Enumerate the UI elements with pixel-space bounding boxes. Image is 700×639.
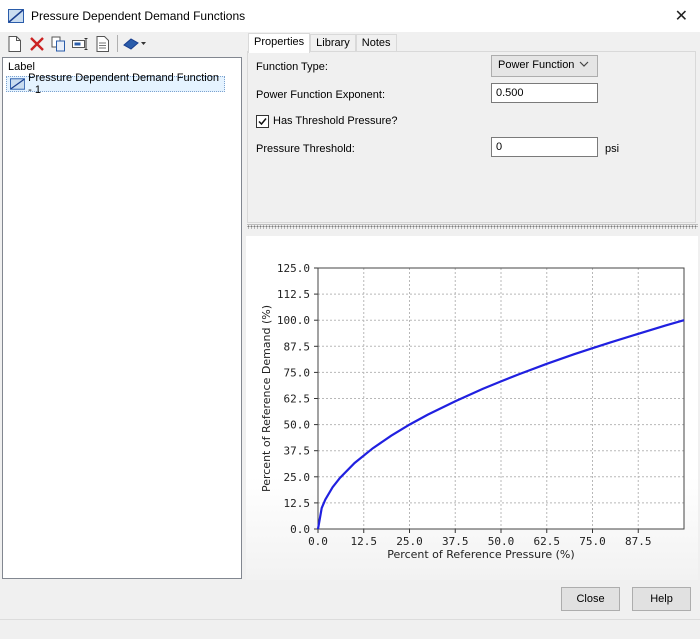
footer-divider <box>0 619 700 620</box>
demand-chart: 0.0 12.5 25.0 37.5 50.0 62.5 75.0 87.5 100.0 112.… <box>260 262 685 561</box>
threshold-field[interactable]: 0 <box>491 137 598 157</box>
exponent-field[interactable]: 0.500 <box>491 83 598 103</box>
window-title: Pressure Dependent Demand Functions <box>31 9 246 23</box>
y-tick-label: 0.0 <box>290 523 310 536</box>
help-button[interactable]: Help <box>632 587 691 611</box>
function-type-label: Function Type: <box>256 61 328 73</box>
close-button[interactable]: Close <box>561 587 620 611</box>
function-type-value: Power Function <box>498 59 575 71</box>
x-tick-label: 12.5 <box>351 535 378 548</box>
function-type-select[interactable]: Power Function <box>491 55 598 77</box>
list-item-label: Pressure Dependent Demand Function - 1 <box>28 72 219 96</box>
tab-notes[interactable]: Notes <box>355 34 397 52</box>
title-bar: Pressure Dependent Demand Functions ✕ <box>0 0 700 32</box>
y-tick-label: 100.0 <box>277 314 310 327</box>
x-tick-label: 75.0 <box>579 535 606 548</box>
close-window-icon[interactable]: ✕ <box>675 6 688 25</box>
functions-list: Label Pressure Dependent Demand Function… <box>2 57 242 579</box>
x-tick-label: 50.0 <box>488 535 515 548</box>
x-axis-label: Percent of Reference Pressure (%) <box>387 548 574 561</box>
tab-strip: Properties Library Notes <box>248 33 397 53</box>
x-tick-label: 0.0 <box>308 535 328 548</box>
duplicate-icon[interactable] <box>49 34 68 53</box>
threshold-checkbox[interactable] <box>256 115 269 128</box>
function-icon <box>10 78 26 90</box>
exponent-value: 0.500 <box>496 87 524 99</box>
x-tick-label: 37.5 <box>442 535 469 548</box>
x-tick-label: 25.0 <box>396 535 423 548</box>
threshold-value: 0 <box>496 141 503 153</box>
y-tick-label: 75.0 <box>284 366 311 379</box>
y-tick-label: 12.5 <box>284 497 311 510</box>
splitter-handle[interactable] <box>247 224 698 229</box>
checkmark-icon <box>258 118 267 126</box>
y-axis-label: Percent of Reference Demand (%) <box>260 305 273 492</box>
toolbar <box>0 32 245 55</box>
y-tick-label: 62.5 <box>284 393 311 406</box>
chart-panel: 0.0 12.5 25.0 37.5 50.0 62.5 75.0 87.5 100.0 112.… <box>246 236 698 580</box>
exponent-label: Power Function Exponent: <box>256 89 386 101</box>
properties-panel: Function Type: Power Function Power Func… <box>247 51 696 223</box>
report-icon[interactable] <box>93 34 112 53</box>
threshold-label: Pressure Threshold: <box>256 143 355 155</box>
status-bar <box>0 621 700 639</box>
list-item[interactable]: Pressure Dependent Demand Function - 1 <box>6 72 225 96</box>
threshold-unit: psi <box>605 143 620 155</box>
y-tick-label: 25.0 <box>284 471 311 484</box>
threshold-checkbox-label: Has Threshold Pressure? <box>273 115 398 127</box>
tab-properties[interactable]: Properties <box>248 33 311 53</box>
y-tick-label: 37.5 <box>284 445 311 458</box>
app-icon <box>8 9 24 23</box>
synchronize-icon[interactable] <box>122 34 148 53</box>
new-icon[interactable] <box>5 34 24 53</box>
delete-icon[interactable] <box>27 34 46 53</box>
chevron-down-icon <box>579 59 589 71</box>
x-tick-label: 87.5 <box>625 535 652 548</box>
y-tick-label: 112.5 <box>277 288 310 301</box>
rename-icon[interactable] <box>71 34 90 53</box>
x-tick-label: 62.5 <box>534 535 561 548</box>
y-tick-label: 87.5 <box>284 340 311 353</box>
y-tick-label: 125.0 <box>277 262 310 275</box>
tab-library[interactable]: Library <box>310 34 356 52</box>
y-tick-label: 50.0 <box>284 419 311 432</box>
toolbar-separator <box>117 35 118 52</box>
